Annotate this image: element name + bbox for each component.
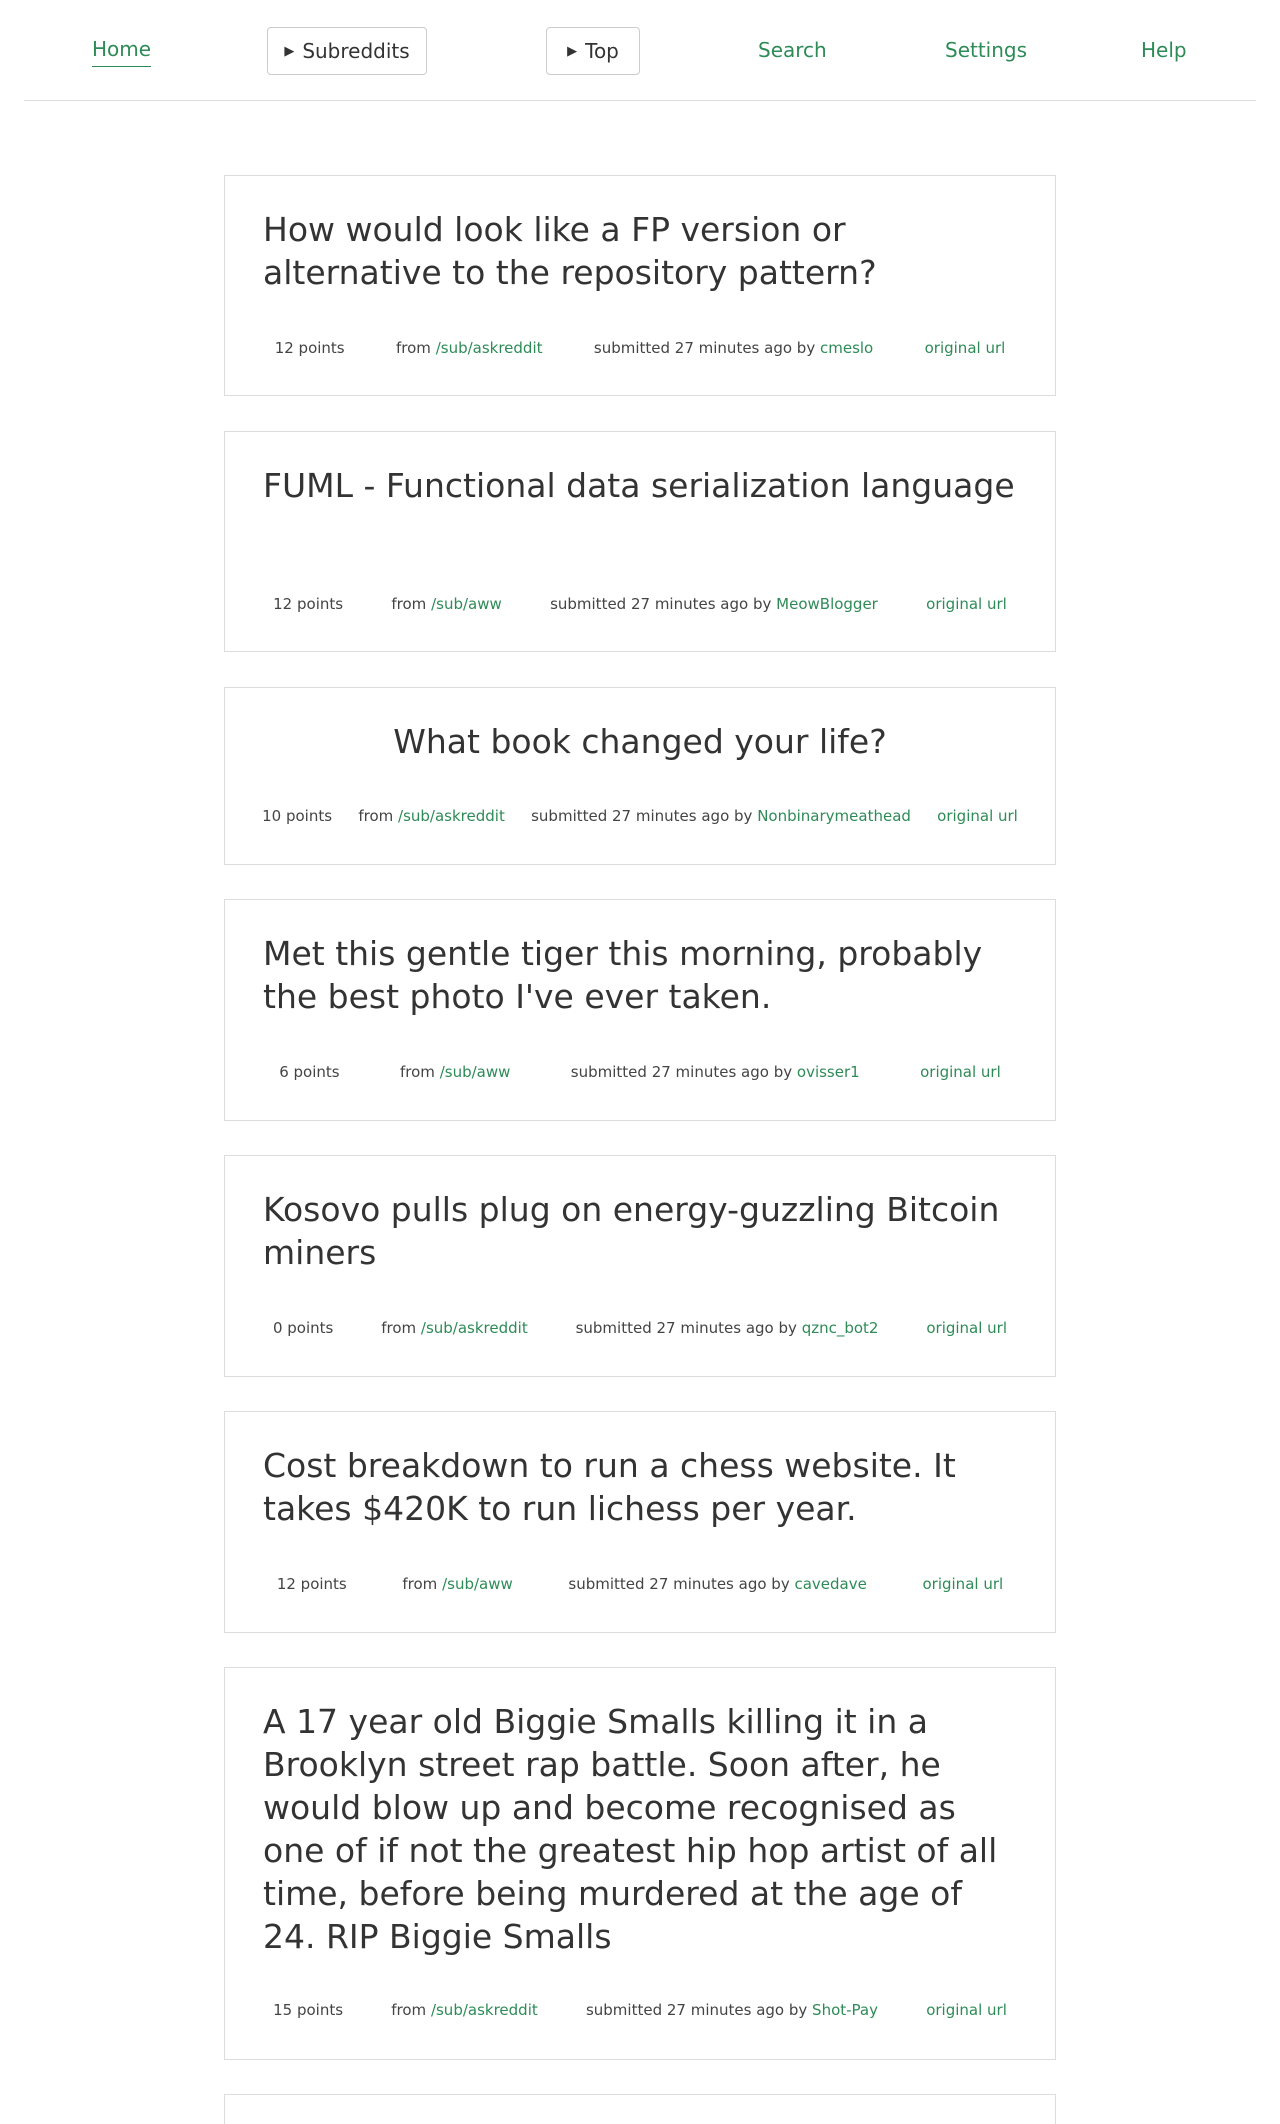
post-submitted: submitted 27 minutes ago by ovisser1 — [570, 1063, 860, 1081]
post-meta: 12 points from /sub/aww submitted 27 min… — [249, 1574, 1031, 1594]
post-meta: 6 points from /sub/aww submitted 27 minu… — [249, 1062, 1031, 1082]
subreddit-link[interactable]: /sub/aww — [440, 1063, 511, 1081]
post-points: 6 points — [279, 1063, 340, 1081]
post-submitted: submitted 27 minutes ago by MeowBlogger — [550, 595, 878, 613]
post-card: What book changed your life? 10 points f… — [224, 687, 1056, 865]
post-card: How would look like a FP version or alte… — [224, 175, 1056, 396]
post-points: 12 points — [276, 1575, 347, 1593]
post-points: 15 points — [273, 2001, 344, 2019]
post-source: from /sub/askreddit — [396, 339, 543, 357]
original-url-link[interactable]: original url — [925, 338, 1006, 358]
post-card: Kosovo pulls plug on energy-guzzling Bit… — [224, 1155, 1056, 1377]
post-title[interactable]: A 17 year old Biggie Smalls killing it i… — [263, 1700, 1017, 1958]
author-link[interactable]: Nonbinarymeathead — [757, 807, 911, 825]
author-link[interactable]: cmeslo — [820, 339, 873, 357]
subreddit-link[interactable]: /sub/askreddit — [421, 1319, 528, 1337]
post-card-partial — [224, 2094, 1056, 2124]
post-card: Cost breakdown to run a chess website. I… — [224, 1411, 1056, 1633]
post-source: from /sub/askreddit — [381, 1319, 528, 1337]
post-card: A 17 year old Biggie Smalls killing it i… — [224, 1667, 1056, 2060]
triangle-right-icon: ▶ — [284, 43, 295, 59]
nav-settings-link[interactable]: Settings — [945, 37, 1027, 63]
author-link[interactable]: Shot-Pay — [812, 2001, 878, 2019]
author-link[interactable]: cavedave — [794, 1575, 866, 1593]
post-points: 10 points — [262, 807, 333, 825]
post-points: 12 points — [273, 595, 344, 613]
post-meta: 0 points from /sub/askreddit submitted 2… — [249, 1318, 1031, 1338]
post-title[interactable]: How would look like a FP version or alte… — [263, 208, 1017, 294]
triangle-right-icon: ▶ — [567, 43, 578, 59]
original-url-link[interactable]: original url — [937, 806, 1018, 826]
post-title[interactable]: Kosovo pulls plug on energy-guzzling Bit… — [263, 1188, 1017, 1274]
original-url-link[interactable]: original url — [922, 1574, 1003, 1594]
top-label: Top — [585, 39, 619, 63]
post-points: 0 points — [272, 1319, 334, 1337]
post-card: FUML - Functional data serialization lan… — [224, 431, 1056, 652]
post-title[interactable]: What book changed your life? — [263, 720, 1017, 763]
subreddit-link[interactable]: /sub/askreddit — [431, 2001, 538, 2019]
post-source: from /sub/askreddit — [391, 2001, 538, 2019]
post-title[interactable]: FUML - Functional data serialization lan… — [263, 464, 1017, 507]
post-submitted: submitted 27 minutes ago by cmeslo — [593, 339, 874, 357]
nav-help-link[interactable]: Help — [1141, 37, 1187, 63]
post-source: from /sub/aww — [391, 595, 502, 613]
post-meta: 12 points from /sub/aww submitted 27 min… — [249, 594, 1031, 614]
post-title[interactable]: Met this gentle tiger this morning, prob… — [263, 932, 1017, 1018]
original-url-link[interactable]: original url — [926, 2000, 1007, 2020]
post-points: 12 points — [274, 339, 345, 357]
subreddit-link[interactable]: /sub/askreddit — [398, 807, 505, 825]
original-url-link[interactable]: original url — [926, 594, 1007, 614]
post-title[interactable]: Cost breakdown to run a chess website. I… — [263, 1444, 1017, 1530]
top-navigation: Home ▶ Subreddits ▶ Top Search Settings … — [24, 0, 1256, 101]
nav-search-link[interactable]: Search — [758, 37, 827, 63]
subreddits-dropdown-button[interactable]: ▶ Subreddits — [267, 27, 427, 75]
top-dropdown-button[interactable]: ▶ Top — [546, 27, 640, 75]
post-card: Met this gentle tiger this morning, prob… — [224, 899, 1056, 1121]
post-submitted: submitted 27 minutes ago by qznc_bot2 — [575, 1319, 879, 1337]
subreddits-label: Subreddits — [302, 39, 410, 63]
nav-home-link[interactable]: Home — [92, 36, 152, 67]
post-submitted: submitted 27 minutes ago by Nonbinarymea… — [531, 807, 911, 825]
post-meta: 15 points from /sub/askreddit submitted … — [249, 2000, 1031, 2020]
post-submitted: submitted 27 minutes ago by Shot-Pay — [585, 2001, 878, 2019]
post-source: from /sub/aww — [400, 1063, 511, 1081]
subreddit-link[interactable]: /sub/aww — [431, 595, 502, 613]
original-url-link[interactable]: original url — [926, 1318, 1007, 1338]
post-submitted: submitted 27 minutes ago by cavedave — [568, 1575, 867, 1593]
post-meta: 10 points from /sub/askreddit submitted … — [249, 806, 1031, 826]
author-link[interactable]: ovisser1 — [797, 1063, 860, 1081]
subreddit-link[interactable]: /sub/askreddit — [436, 339, 543, 357]
post-meta: 12 points from /sub/askreddit submitted … — [249, 338, 1031, 358]
author-link[interactable]: qznc_bot2 — [802, 1319, 879, 1337]
post-source: from /sub/askreddit — [358, 807, 505, 825]
original-url-link[interactable]: original url — [920, 1062, 1001, 1082]
subreddit-link[interactable]: /sub/aww — [442, 1575, 513, 1593]
author-link[interactable]: MeowBlogger — [776, 595, 878, 613]
post-source: from /sub/aww — [402, 1575, 513, 1593]
